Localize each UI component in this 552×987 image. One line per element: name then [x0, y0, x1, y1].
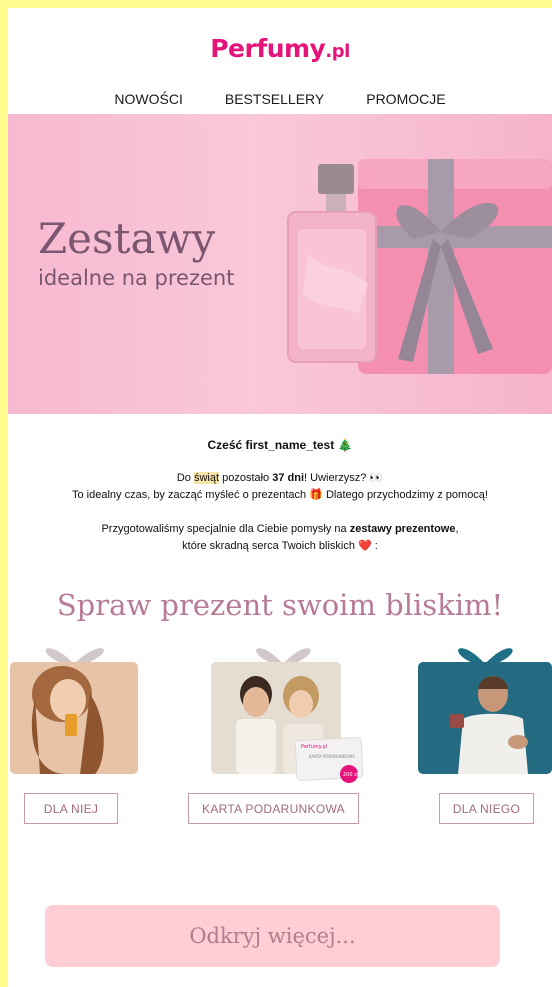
hero-illustration	[287, 159, 552, 374]
gift-image-her	[10, 648, 138, 774]
hero-title: Zestawy	[38, 214, 216, 263]
gift-tile-her[interactable]	[10, 634, 138, 784]
svg-text:KARTA PODARUNKOWA: KARTA PODARUNKOWA	[309, 754, 355, 759]
main-nav: NOWOŚCI BESTSELLERY PROMOCJE	[8, 91, 552, 107]
email-page: Perfumy.pl NOWOŚCI BESTSELLERY PROMOCJE …	[8, 8, 552, 987]
svg-text:Perfumy.pl: Perfumy.pl	[301, 744, 327, 750]
discover-more-button[interactable]: Odkryj więcej...	[45, 905, 500, 967]
intro-paragraph: Przygotowaliśmy specjalnie dla Ciebie po…	[101, 523, 459, 552]
svg-text:200 zł: 200 zł	[343, 772, 359, 778]
gift-tile-card[interactable]: Perfumy.pl KARTA PODARUNKOWA 200 zł	[201, 634, 366, 784]
hero-subtitle: idealne na prezent	[38, 266, 235, 290]
gift-tile-him[interactable]	[418, 634, 552, 784]
category-button-him[interactable]: DLA NIEGO	[439, 793, 534, 824]
nav-item-nowosci[interactable]: NOWOŚCI	[114, 91, 182, 107]
category-button-gift-card[interactable]: KARTA PODARUNKOWA	[188, 793, 359, 824]
nav-item-bestsellery[interactable]: BESTSELLERY	[225, 91, 324, 107]
nav-item-promocje[interactable]: PROMOCJE	[366, 91, 445, 107]
category-button-her[interactable]: DLA NIEJ	[24, 793, 118, 824]
gift-image-him	[418, 648, 552, 774]
countdown-paragraph: Do świąt pozostało 37 dni! Uwierzysz? 👀 …	[72, 472, 488, 501]
gift-image-card: Perfumy.pl KARTA PODARUNKOWA 200 zł	[211, 648, 364, 783]
brand-logo[interactable]: Perfumy.pl	[8, 34, 552, 63]
greeting-text: Cześć first_name_test 🎄	[207, 438, 353, 452]
hero-banner[interactable]: Zestawy idealne na prezent	[8, 114, 552, 414]
section-title: Spraw prezent swoim bliskim!	[56, 588, 504, 622]
